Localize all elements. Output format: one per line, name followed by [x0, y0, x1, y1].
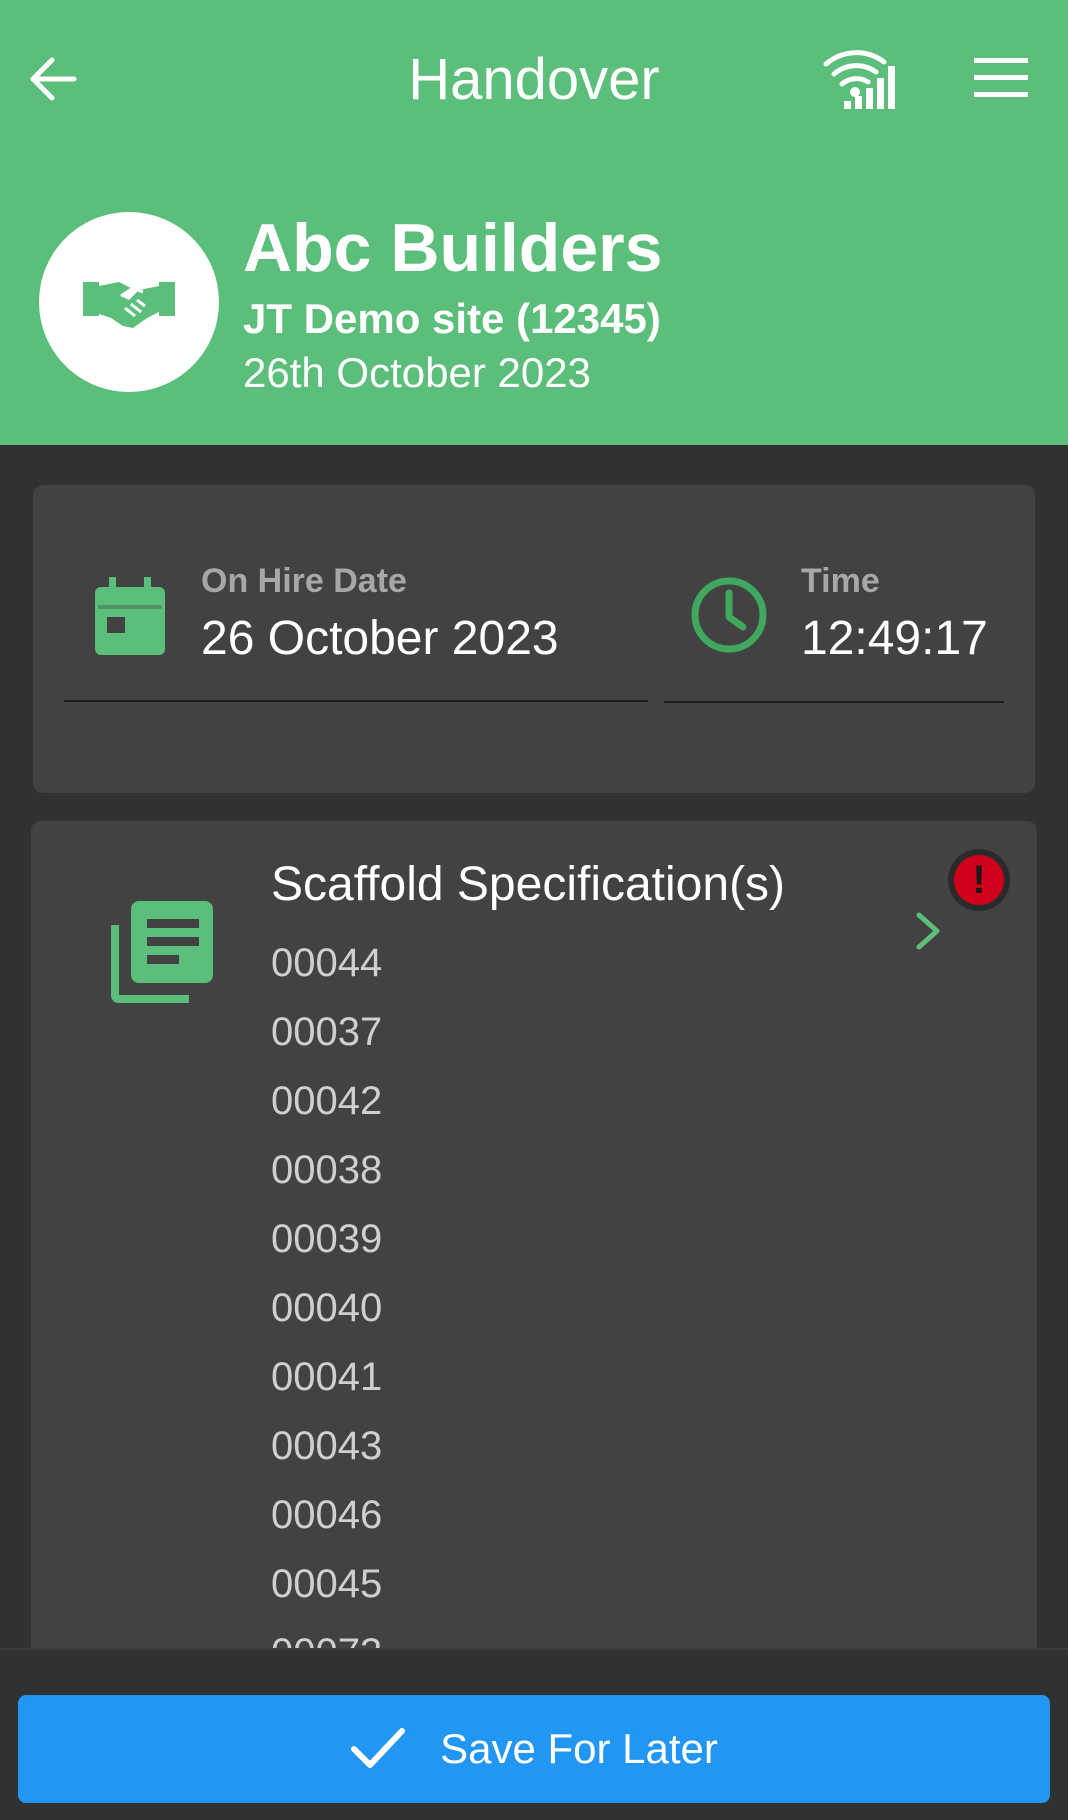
time-field[interactable]: 12:49:17	[801, 611, 988, 667]
on-hire-date-label: On Hire Date	[201, 562, 407, 600]
wifi-signal-icon	[823, 50, 895, 109]
specification-list: 00044 00037 00042 00038 00039 00040 0004…	[271, 929, 382, 1688]
list-item: 00046	[271, 1493, 383, 1537]
on-hire-date-field[interactable]: 26 October 2023	[201, 611, 559, 667]
specification-title: Scaffold Specification(s)	[271, 858, 786, 911]
app-screen: Handover Abc Builders JT Demo site (1234…	[0, 0, 1068, 1820]
avatar	[39, 212, 219, 392]
list-item: 00037	[271, 1010, 383, 1054]
list-item: 00039	[271, 1217, 383, 1261]
list-item: 00040	[271, 1286, 383, 1330]
handshake-icon	[83, 282, 175, 328]
list-item: 00044	[271, 941, 383, 985]
save-for-later-label: Save For Later	[440, 1725, 718, 1772]
on-hire-card: On Hire Date 26 October 2023 Time 12:49:…	[33, 485, 1035, 793]
chevron-right-icon[interactable]	[913, 909, 943, 953]
save-for-later-button[interactable]: Save For Later	[18, 1695, 1050, 1803]
connection-status-button[interactable]	[822, 44, 896, 110]
calendar-icon	[95, 577, 165, 655]
bottom-action-bar: Save For Later	[0, 1648, 1068, 1820]
time-field-underline	[664, 701, 1004, 703]
company-name: Abc Builders	[243, 210, 663, 286]
hamburger-menu-icon	[974, 58, 1028, 97]
list-item: 00041	[271, 1355, 383, 1399]
check-icon	[351, 1728, 406, 1768]
handover-date: 26th October 2023	[243, 349, 591, 396]
handover-header: Abc Builders JT Demo site (12345) 26th O…	[0, 160, 1068, 445]
time-label: Time	[801, 562, 880, 600]
site-name: JT Demo site (12345)	[243, 295, 661, 342]
alert-icon: !	[954, 855, 1004, 905]
list-item: 00042	[271, 1079, 383, 1123]
date-field-underline	[64, 700, 648, 702]
menu-button[interactable]	[972, 56, 1030, 100]
list-item: 00045	[271, 1562, 383, 1606]
list-item: 00038	[271, 1148, 383, 1192]
alert-badge: !	[948, 849, 1010, 911]
page-title: Handover	[408, 47, 660, 112]
documents-icon	[111, 901, 213, 1003]
list-item: 00043	[271, 1424, 383, 1468]
clock-icon	[691, 577, 767, 653]
top-app-bar: Handover	[0, 0, 1068, 160]
